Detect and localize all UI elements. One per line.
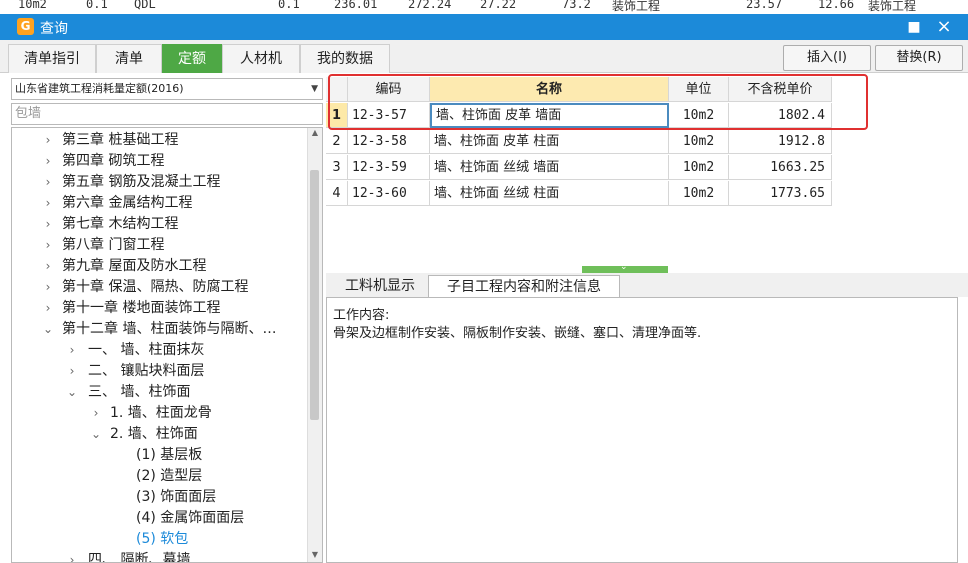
tree-item-label: 第八章 门窗工程: [62, 237, 165, 253]
tree-item-label: 一、 墙、柱面抹灰: [88, 342, 205, 358]
tree-item-label: 第六章 金属结构工程: [62, 195, 193, 211]
tree-item-label: 1. 墙、柱面龙骨: [110, 405, 212, 421]
tree-item-label: (4) 金属饰面面层: [136, 510, 245, 526]
bg-cell: 10m2: [18, 0, 47, 11]
app-icon: G: [17, 18, 34, 35]
tree-item-label: (2) 造型层: [136, 468, 203, 484]
chevron-right-icon[interactable]: ›: [42, 298, 54, 319]
search-input[interactable]: 包墙: [11, 103, 323, 125]
table-cell-price[interactable]: 1773.65: [729, 181, 832, 206]
search-placeholder: 包墙: [15, 106, 42, 121]
library-select-value: 山东省建筑工程消耗量定额(2016): [15, 82, 184, 95]
pane-splitter[interactable]: ⌄: [582, 262, 668, 273]
right-pane: 编码 名称 单位 不含税单价 1 12-3-57 墙、柱饰面 皮革 墙面 10m…: [326, 74, 968, 563]
tree-scrollbar[interactable]: ▲ ▼: [307, 128, 322, 562]
background-grid-strip: 10m2 0.1 QDL 0.1 236.01 272.24 27.22 73.…: [0, 0, 968, 15]
tree-item-label: 三、 墙、柱饰面: [88, 384, 191, 400]
chevron-right-icon[interactable]: ›: [42, 277, 54, 298]
title-bar[interactable]: G 查询 ■ ×: [0, 14, 968, 40]
highlight-annotation-box: [328, 74, 868, 130]
chevron-right-icon[interactable]: ›: [66, 340, 78, 361]
bg-cell: 236.01: [334, 0, 378, 11]
tree-item-label: 第四章 砌筑工程: [62, 153, 165, 169]
bg-cell: 12.66: [818, 0, 855, 11]
detail-tab-bar: 工料机显示 子目工程内容和附注信息: [326, 273, 968, 297]
table-cell-price[interactable]: 1663.25: [729, 155, 832, 180]
tree-item-label: (5) 软包: [136, 531, 189, 547]
bg-cell: 装饰工程: [612, 0, 661, 13]
table-cell-code[interactable]: 12-3-59: [348, 155, 430, 180]
chevron-down-icon[interactable]: ⌄: [620, 262, 628, 272]
scroll-up-icon[interactable]: ▲: [308, 128, 322, 140]
table-cell-code[interactable]: 12-3-60: [348, 181, 430, 206]
left-pane: 山东省建筑工程消耗量定额(2016) ▼ 包墙 › 第三章 桩基础工程 › 第四章 …: [8, 74, 324, 563]
tab-bill[interactable]: 清单: [96, 44, 162, 73]
tree-item-label: 第七章 木结构工程: [62, 216, 179, 232]
tab-work-content-notes[interactable]: 子目工程内容和附注信息: [428, 275, 620, 297]
tree-item-label: 第五章 钢筋及混凝土工程: [62, 174, 221, 190]
tab-my-data[interactable]: 我的数据: [300, 44, 390, 73]
chevron-right-icon[interactable]: ›: [42, 130, 54, 151]
work-content-panel: 工作内容: 骨架及边框制作安装、隔板制作安装、嵌缝、塞口、清理净面等.: [326, 297, 958, 563]
insert-button[interactable]: 插入(I): [783, 45, 871, 71]
chevron-right-icon[interactable]: ›: [42, 193, 54, 214]
scrollbar-thumb[interactable]: [310, 170, 319, 420]
bg-cell: 272.24: [408, 0, 452, 11]
chevron-right-icon[interactable]: ›: [42, 172, 54, 193]
tab-quota[interactable]: 定额: [162, 44, 222, 73]
tree-item-label: 二、 镶贴块料面层: [88, 363, 205, 379]
bg-cell: 0.1: [86, 0, 108, 11]
bg-cell: 27.22: [480, 0, 517, 11]
table-cell-unit[interactable]: 10m2: [669, 155, 729, 180]
chevron-right-icon[interactable]: ›: [42, 214, 54, 235]
pin-icon[interactable]: ■: [903, 17, 925, 37]
bg-cell: 23.57: [746, 0, 783, 11]
table-cell-price[interactable]: 1912.8: [729, 129, 832, 154]
chevron-right-icon[interactable]: ›: [42, 235, 54, 256]
work-content-body: 骨架及边框制作安装、隔板制作安装、嵌缝、塞口、清理净面等.: [333, 326, 702, 341]
chevron-right-icon[interactable]: ›: [66, 361, 78, 382]
bg-cell: QDL: [134, 0, 156, 11]
table-cell-unit[interactable]: 10m2: [669, 181, 729, 206]
chevron-down-icon[interactable]: ⌄: [90, 424, 102, 445]
bg-cell: 装饰工程: [868, 0, 917, 13]
table-cell-name[interactable]: 墙、柱饰面 丝绒 墙面: [430, 155, 669, 180]
row-number[interactable]: 4: [326, 181, 348, 206]
tab-bill-guide[interactable]: 清单指引: [8, 44, 96, 73]
tab-labor-material[interactable]: 人材机: [222, 44, 300, 73]
scroll-down-icon[interactable]: ▼: [308, 550, 322, 562]
tree-item-label: 第九章 屋面及防水工程: [62, 258, 207, 274]
tree-item-label: 第十一章 楼地面装饰工程: [62, 300, 221, 316]
chevron-right-icon[interactable]: ›: [90, 403, 102, 424]
chevron-down-icon[interactable]: ⌄: [66, 382, 78, 403]
table-cell-name[interactable]: 墙、柱饰面 皮革 柱面: [430, 129, 669, 154]
table-cell-unit[interactable]: 10m2: [669, 129, 729, 154]
table-cell-name[interactable]: 墙、柱饰面 丝绒 柱面: [430, 181, 669, 206]
replace-button[interactable]: 替换(R): [875, 45, 963, 71]
chevron-down-icon[interactable]: ⌄: [42, 319, 54, 340]
tree-item-label: 第十章 保温、隔热、防腐工程: [62, 279, 249, 295]
close-icon[interactable]: ×: [933, 17, 955, 37]
chevron-right-icon[interactable]: ›: [42, 151, 54, 172]
tree-item-label: 第十二章 墙、柱面装饰与隔断、…: [62, 321, 277, 337]
row-number[interactable]: 2: [326, 129, 348, 154]
tree-item-label: (3) 饰面面层: [136, 489, 217, 505]
chevron-right-icon[interactable]: ›: [42, 256, 54, 277]
table-cell-code[interactable]: 12-3-58: [348, 129, 430, 154]
bg-cell: 0.1: [278, 0, 300, 11]
tab-labor-machine-display[interactable]: 工料机显示: [332, 275, 428, 297]
library-select[interactable]: 山东省建筑工程消耗量定额(2016) ▼: [11, 78, 323, 100]
work-content-heading: 工作内容:: [333, 308, 390, 323]
window-title: 查询: [40, 21, 68, 37]
chevron-right-icon[interactable]: ›: [66, 550, 78, 562]
chevron-down-icon[interactable]: ▼: [311, 79, 318, 99]
chapter-tree: › 第三章 桩基础工程 › 第四章 砌筑工程 › 第五章 钢筋及混凝土工程 › 第六章 …: [11, 127, 323, 563]
tree-item-label: (1) 基层板: [136, 447, 203, 463]
bg-cell: 73.2: [562, 0, 591, 11]
row-number[interactable]: 3: [326, 155, 348, 180]
tree-item-label: 四、 隔断、幕墙: [88, 552, 191, 563]
tree-item-label: 第三章 桩基础工程: [62, 132, 179, 148]
tree-item-label: 2. 墙、柱饰面: [110, 426, 198, 442]
